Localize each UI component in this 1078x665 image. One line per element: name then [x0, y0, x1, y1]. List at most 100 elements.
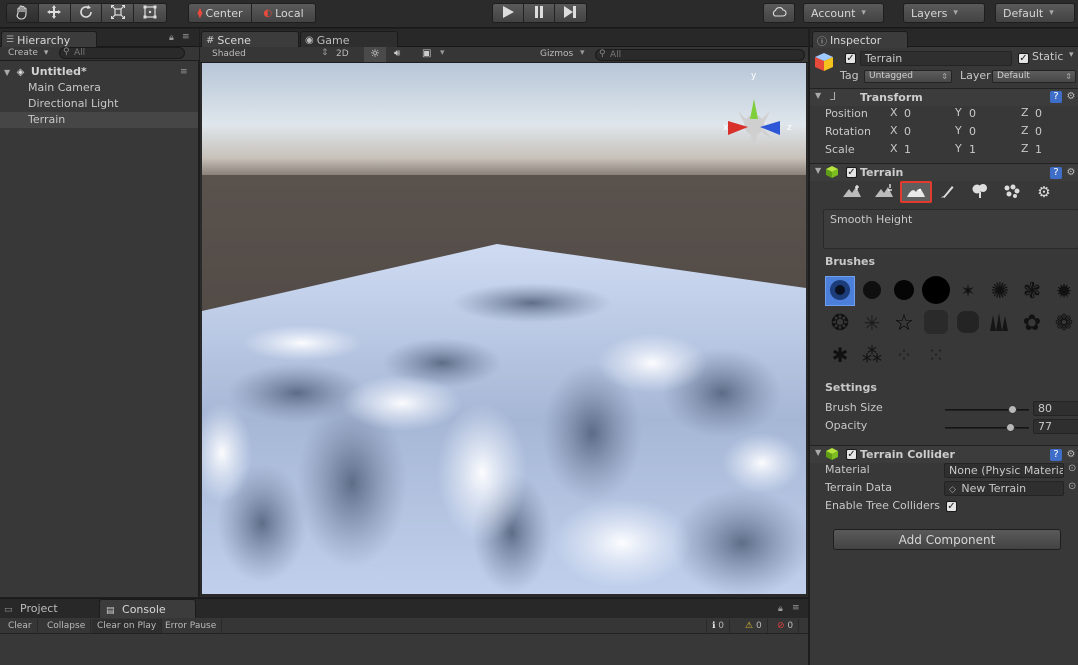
rotation-z-field[interactable]: 0 [1031, 125, 1078, 140]
clear-on-play-button[interactable]: Clear on Play [92, 619, 163, 633]
brush-18[interactable]: ⁘ [889, 340, 919, 370]
brush-11[interactable] [921, 308, 951, 338]
material-field[interactable]: None (Physic Material [944, 463, 1064, 478]
tab-console[interactable]: ▤ Console [99, 599, 196, 618]
scale-z-field[interactable]: 1 [1031, 143, 1078, 158]
scale-y-field[interactable]: 1 [965, 143, 1015, 158]
terrain-settings-tool[interactable]: ⚙ [1028, 181, 1060, 203]
move-tool-button[interactable] [38, 4, 71, 22]
play-button[interactable] [493, 4, 525, 22]
brush-size-slider-knob[interactable] [1008, 405, 1018, 414]
brush-19[interactable]: ⁙ [921, 340, 951, 370]
gameobject-active-checkbox[interactable]: ✓ [845, 53, 856, 64]
scale-tool-button[interactable] [102, 4, 135, 22]
scene-search-input[interactable]: All [595, 49, 805, 61]
terrain-data-field[interactable]: ◇ New Terrain [944, 481, 1064, 496]
tab-inspector[interactable]: ⓘ Inspector [812, 31, 908, 48]
account-dropdown[interactable]: Account [803, 3, 884, 23]
create-dropdown[interactable]: Create [8, 48, 48, 58]
brush-16[interactable]: ✱ [825, 340, 855, 370]
component-settings-gear-icon[interactable]: ⚙ [1065, 449, 1077, 461]
brush-9[interactable]: ✳ [857, 308, 887, 338]
brush-8[interactable]: ❂ [825, 308, 855, 338]
brush-7[interactable]: ✹ [1049, 276, 1078, 306]
console-menu-icon[interactable]: ≡ [792, 603, 800, 613]
object-picker-icon[interactable]: ⊙ [1068, 481, 1076, 492]
brush-5[interactable]: ✺ [985, 276, 1015, 306]
object-picker-icon[interactable]: ⊙ [1068, 463, 1076, 474]
opacity-slider-track[interactable] [945, 427, 1029, 429]
hierarchy-item-main-camera[interactable]: Main Camera [0, 80, 198, 96]
static-dropdown-arrow-icon[interactable]: ▾ [1069, 50, 1074, 60]
brush-2[interactable] [889, 276, 919, 306]
scene-audio-toggle[interactable]: 🔊︎ [394, 48, 400, 59]
rotate-tool-button[interactable] [70, 4, 103, 22]
help-book-icon[interactable]: ? [1050, 167, 1062, 179]
brush-17[interactable]: ⁂ [857, 340, 887, 370]
brush-3[interactable] [921, 275, 951, 306]
pause-button[interactable] [524, 4, 555, 22]
rotation-y-field[interactable]: 0 [965, 125, 1015, 140]
tab-hierarchy[interactable]: ☰ Hierarchy [1, 31, 97, 48]
brush-10[interactable]: ☆ [889, 308, 919, 338]
hierarchy-item-terrain[interactable]: Terrain [0, 112, 198, 128]
collider-enabled-checkbox[interactable]: ✓ [846, 449, 857, 460]
hierarchy-search-input[interactable]: All [59, 47, 185, 59]
paint-texture-tool[interactable] [932, 181, 964, 203]
step-button[interactable] [554, 4, 586, 22]
transform-header[interactable]: ▼ ⅃ Transform ? ⚙ [810, 88, 1078, 106]
brush-15[interactable]: ❁ [1049, 308, 1078, 338]
rotation-x-field[interactable]: 0 [900, 125, 950, 140]
scene-lighting-toggle[interactable]: ☼ [364, 47, 386, 62]
help-book-icon[interactable]: ? [1050, 91, 1062, 103]
hand-tool-button[interactable] [7, 4, 39, 22]
brush-0[interactable] [825, 276, 855, 306]
toggle-2d-button[interactable]: 2D [336, 49, 349, 59]
error-pause-button[interactable]: Error Pause [160, 619, 223, 633]
component-settings-gear-icon[interactable]: ⚙ [1065, 91, 1077, 103]
brush-13[interactable] [985, 308, 1015, 338]
terrain-enabled-checkbox[interactable]: ✓ [846, 167, 857, 178]
info-filter-button[interactable]: ℹ 0 [706, 619, 731, 633]
gameobject-name-field[interactable]: Terrain [860, 51, 1012, 66]
position-x-field[interactable]: 0 [900, 107, 950, 122]
terrain-component-header[interactable]: ▼ ✓ Terrain ? ⚙ [810, 163, 1078, 181]
layers-dropdown[interactable]: Layers [903, 3, 985, 23]
brush-4[interactable]: ✶ [953, 276, 983, 306]
position-y-field[interactable]: 0 [965, 107, 1015, 122]
scene-menu-icon[interactable]: ≡ [180, 64, 188, 80]
brush-6[interactable]: ❃ [1017, 276, 1047, 306]
brush-12[interactable] [953, 308, 983, 338]
help-book-icon[interactable]: ? [1050, 449, 1062, 461]
opacity-slider-knob[interactable] [1005, 423, 1015, 432]
warning-filter-button[interactable]: ⚠ 0 [740, 619, 768, 633]
place-trees-tool[interactable] [964, 181, 996, 203]
brush-14[interactable]: ✿ [1017, 308, 1047, 338]
layer-dropdown[interactable]: Default [992, 70, 1076, 83]
gizmos-dropdown[interactable]: Gizmos [540, 49, 573, 59]
brush-size-field[interactable]: 80 [1033, 401, 1078, 416]
hierarchy-item-directional-light[interactable]: Directional Light [0, 96, 198, 112]
position-z-field[interactable]: 0 [1031, 107, 1078, 122]
enable-tree-colliders-checkbox[interactable]: ✓ [946, 501, 957, 512]
scene-root-row[interactable]: ▼ ◈ Untitled* ≡ [0, 64, 198, 80]
paint-height-tool[interactable] [868, 181, 900, 203]
lock-icon[interactable]: 🔒︎ [169, 33, 174, 43]
collapse-button[interactable]: Collapse [42, 619, 92, 633]
layout-dropdown[interactable]: Default [995, 3, 1075, 23]
component-settings-gear-icon[interactable]: ⚙ [1065, 167, 1077, 179]
opacity-field[interactable]: 77 [1033, 419, 1078, 434]
tab-scene[interactable]: # Scene [201, 31, 299, 48]
add-component-button[interactable]: Add Component [833, 529, 1061, 550]
clear-button[interactable]: Clear [3, 619, 38, 633]
smooth-height-tool[interactable] [900, 181, 932, 203]
pivot-center-button[interactable]: ⧫ Center [189, 4, 253, 22]
shading-mode-dropdown[interactable]: Shaded [212, 49, 246, 59]
rect-tool-button[interactable] [134, 4, 166, 22]
brush-1[interactable] [857, 276, 887, 306]
space-local-button[interactable]: ◐ Local [252, 4, 315, 22]
scale-x-field[interactable]: 1 [900, 143, 950, 158]
panel-menu-icon[interactable]: ≡ [182, 32, 190, 42]
cloud-button[interactable] [763, 3, 795, 23]
terrain-collider-header[interactable]: ▼ ✓ Terrain Collider ? ⚙ [810, 445, 1078, 463]
